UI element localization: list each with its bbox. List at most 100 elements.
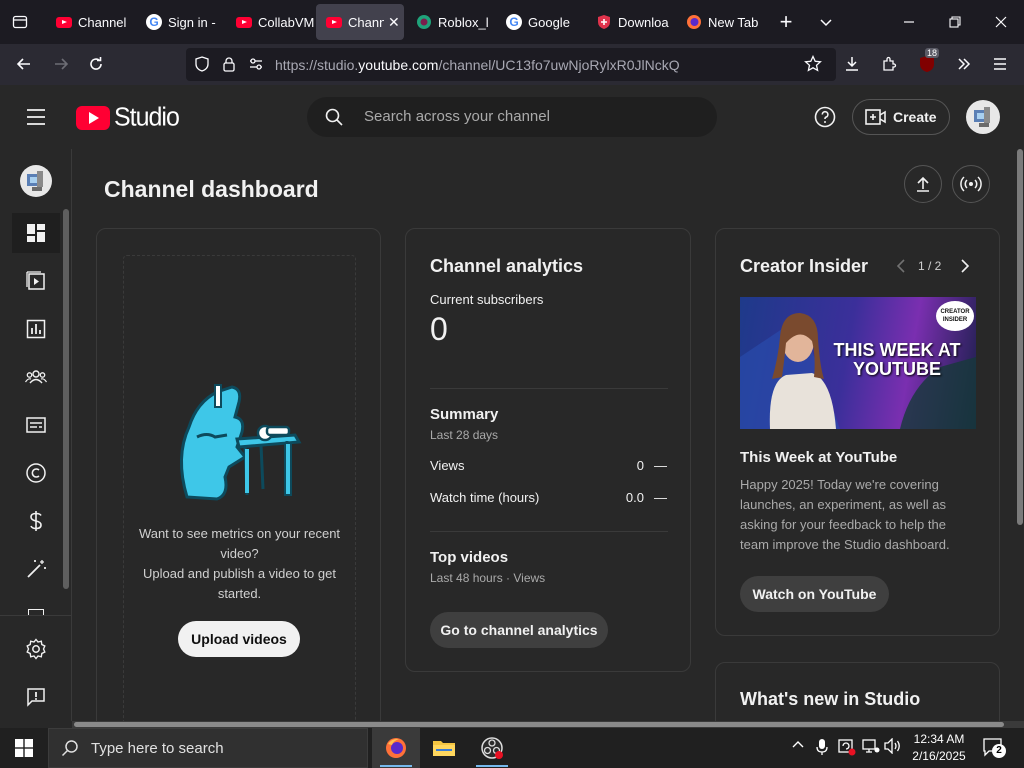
main-scrollbar[interactable] [1016,149,1024,721]
studio-logo[interactable]: Studio [76,102,180,132]
sidebar-item-feedback[interactable] [12,677,60,717]
chevron-left-icon[interactable] [894,258,908,279]
community-icon [25,370,47,384]
views-value: 0 [636,458,644,473]
volume-icon[interactable] [884,737,902,757]
main-scrollbar-thumb[interactable] [1017,149,1023,525]
google-icon: G [146,14,162,30]
sidebar-item-community[interactable] [12,357,60,397]
forward-icon[interactable] [47,50,75,78]
search-input[interactable]: Search across your channel [307,97,717,137]
url-bar[interactable]: https://studio.youtube.com/channel/UC13f… [186,48,836,81]
restore-icon[interactable] [941,8,969,36]
tab-google[interactable]: G Google [496,4,584,40]
tracking-protection-icon[interactable] [194,56,210,77]
tab-collabvm[interactable]: CollabVM [226,4,314,40]
reload-icon[interactable] [82,50,110,78]
url-text[interactable]: https://studio.youtube.com/channel/UC13f… [275,57,680,73]
hamburger-menu-icon[interactable] [986,50,1014,78]
live-broadcast-icon [960,176,982,192]
create-button[interactable]: Create [852,99,950,135]
tab-channel[interactable]: Channel [46,4,134,40]
channel-avatar[interactable] [20,165,52,197]
minimize-icon[interactable] [895,8,923,36]
taskbar-firefox[interactable] [372,728,420,768]
analytics-icon [26,319,46,339]
go-to-channel-analytics-button[interactable]: Go to channel analytics [430,612,608,648]
watch-on-youtube-button[interactable]: Watch on YouTube [740,576,889,612]
top-videos-period: Last 48 hours · Views [430,571,546,585]
tab-new-tab[interactable]: New Tab [676,4,766,40]
horizontal-scrollbar-thumb[interactable] [74,722,1004,727]
shield-icon [596,14,612,30]
menu-icon[interactable] [24,105,48,134]
subtitles-icon [26,417,46,433]
back-icon[interactable] [10,50,38,78]
youtube-icon [236,14,252,30]
taskbar-file-explorer[interactable] [420,728,468,768]
firefox-icon [386,738,406,758]
sidebar-item-subtitles[interactable] [12,405,60,445]
dashboard-icon [27,224,45,242]
video-thumbnail[interactable]: CREATOR INSIDER THIS WEEK AT YOUTUBE [740,297,976,429]
watch-time-label[interactable]: Watch time (hours) [430,490,539,505]
taskbar-search-placeholder: Type here to search [91,739,224,757]
taskbar-obs[interactable] [468,728,516,768]
insider-title: Creator Insider [740,256,869,276]
tab-label: Channel [78,14,127,30]
sidebar-item-content[interactable] [12,261,60,301]
dashboard-main: Channel dashboard Want to see metrics on… [72,149,1016,721]
sidebar-item-analytics[interactable] [12,309,60,349]
horizontal-scrollbar[interactable] [72,721,1024,728]
upload-button[interactable] [904,165,942,203]
notification-center-icon[interactable]: 2 [982,736,1006,761]
microphone-icon[interactable] [816,738,828,759]
overflow-chevron-icon[interactable] [950,50,978,78]
lock-icon[interactable] [222,56,236,77]
sidebar-item-customization[interactable] [12,549,60,589]
tray-overflow-icon[interactable] [792,738,804,754]
account-avatar[interactable] [966,100,1000,134]
tab-channel-active[interactable]: Chann ✕ [316,4,404,40]
go-live-button[interactable] [952,165,990,203]
notification-count: 2 [992,744,1006,758]
roblox-icon [416,14,432,30]
downloads-icon[interactable] [838,50,866,78]
taskbar-search-input[interactable]: Type here to search [48,728,368,768]
tab-download[interactable]: Downloa [586,4,674,40]
taskbar-clock[interactable]: 12:34 AM 2/16/2025 [906,731,972,765]
analytics-title: Channel analytics [430,256,584,276]
sidebar-scrollbar[interactable] [63,209,69,589]
tab-sign-in[interactable]: G Sign in - [136,4,224,40]
ublock-icon[interactable]: 18 [913,48,941,78]
permissions-icon[interactable] [248,56,264,77]
update-status-icon[interactable] [838,738,856,759]
sidebar-divider [0,615,72,616]
tab-roblox[interactable]: Roblox_l [406,4,494,40]
bookmark-star-icon[interactable] [804,54,822,78]
close-window-icon[interactable] [987,8,1015,36]
tab-list-icon[interactable] [6,8,34,36]
close-tab-icon[interactable]: ✕ [388,14,400,31]
url-domain: youtube.com [358,57,439,73]
sidebar-item-settings[interactable] [12,629,60,669]
tab-label: Sign in - [168,14,216,30]
help-icon[interactable] [813,105,837,134]
start-button[interactable] [0,728,48,768]
magic-wand-icon [27,560,46,578]
creator-insider-badge: CREATOR INSIDER [936,301,974,331]
whats-new-title: What's new in Studio [740,689,921,709]
google-icon: G [506,14,522,30]
upload-videos-button[interactable]: Upload videos [178,621,300,657]
whats-new-card: What's new in Studio [715,662,1000,721]
network-icon[interactable] [862,738,880,757]
extensions-icon[interactable] [875,50,903,78]
sidebar-item-earn[interactable] [12,501,60,541]
new-tab-icon[interactable]: + [772,8,800,36]
sidebar-item-dashboard[interactable] [12,213,60,253]
chevron-down-icon[interactable] [812,8,840,36]
chevron-right-icon[interactable] [958,258,972,279]
sidebar-item-copyright[interactable] [12,453,60,493]
insider-video-title[interactable]: This Week at YouTube [740,449,897,466]
views-label[interactable]: Views [430,458,464,473]
